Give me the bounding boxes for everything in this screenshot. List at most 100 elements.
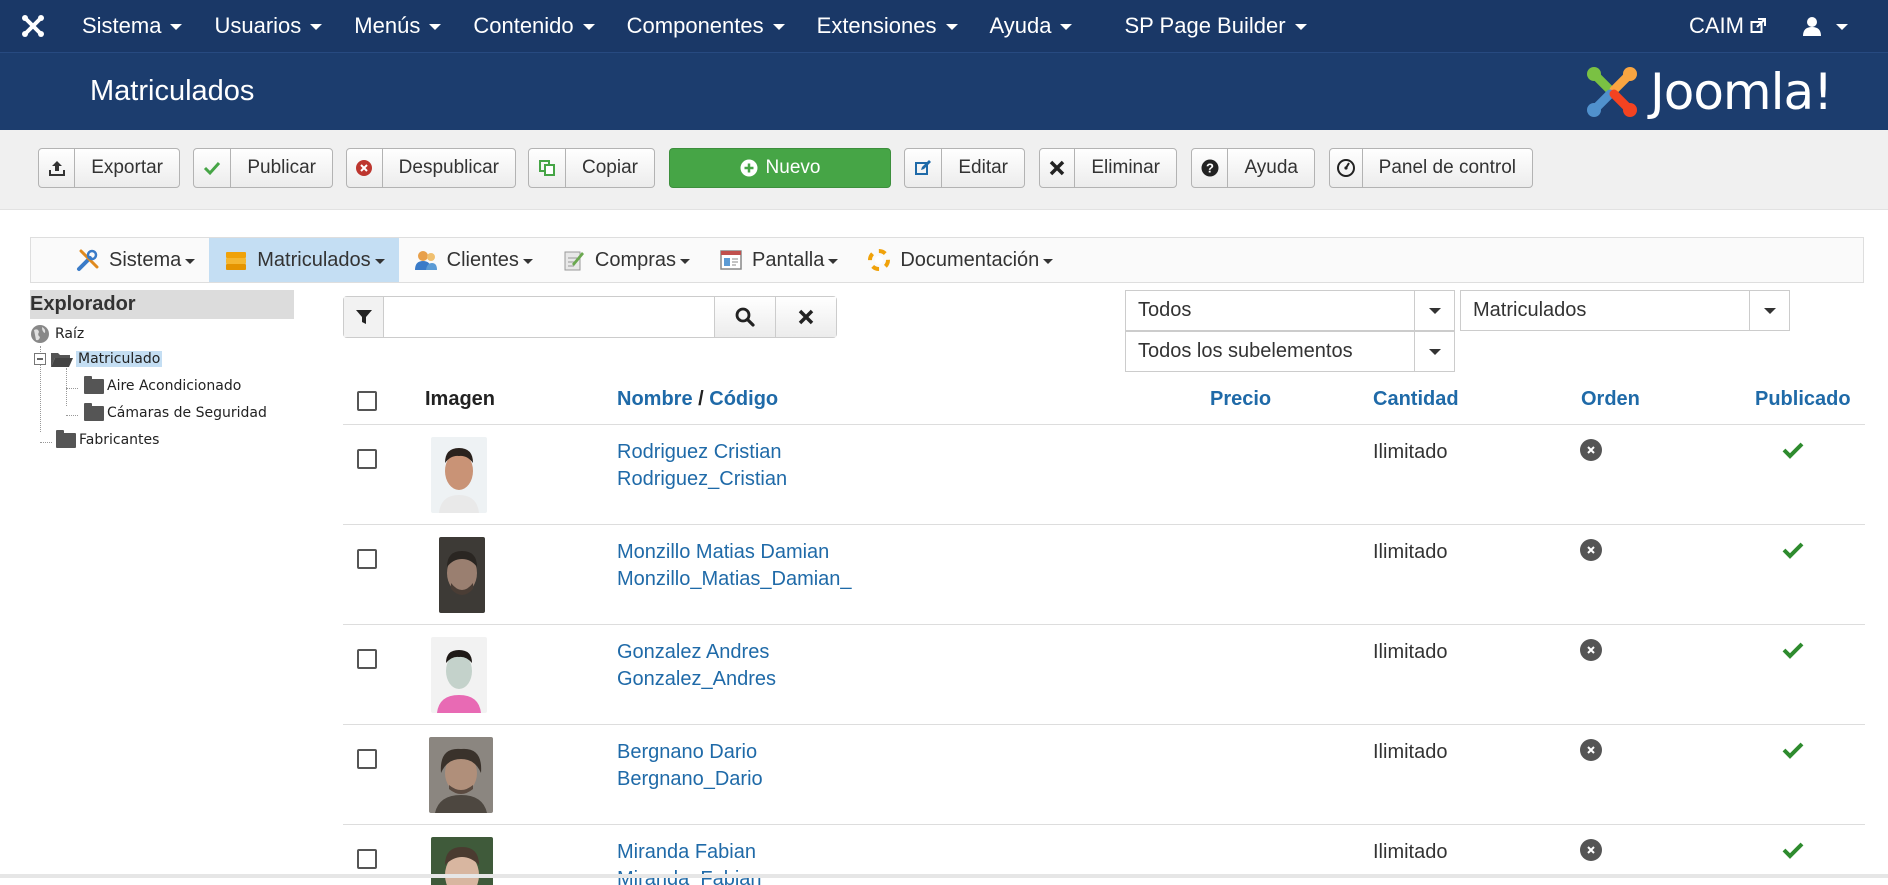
select-value: Matriculados [1473,299,1587,321]
order-remove-icon[interactable] [1580,639,1602,661]
col-published-header[interactable]: Publicado [1755,388,1851,411]
col-qty-header[interactable]: Cantidad [1373,388,1459,411]
export-button[interactable]: Exportar [38,148,180,188]
caret-down-icon [828,258,839,264]
item-code-link[interactable]: Monzillo_Matias_Damian_ [617,568,852,591]
control-panel-button[interactable]: Panel de control [1329,148,1533,188]
tree-node-camaras-de-seguridad[interactable]: Cámaras de Seguridad [84,402,267,421]
nav-componentes[interactable]: Componentes [611,0,801,52]
state-filter-select[interactable]: Todos [1125,290,1455,331]
row-checkbox[interactable] [357,549,377,569]
user-menu[interactable] [1792,16,1888,36]
order-remove-icon[interactable] [1580,539,1602,561]
unpublish-button[interactable]: Despublicar [346,148,516,188]
delete-button[interactable]: Eliminar [1039,148,1177,188]
published-check-icon[interactable] [1782,541,1804,564]
tree-node-aire-acondicionado[interactable]: Aire Acondicionado [84,375,241,394]
item-code-link[interactable]: Rodriguez_Cristian [617,468,787,491]
submenu-documentacion[interactable]: Documentación [852,238,1067,282]
item-code-link[interactable]: Bergnano_Dario [617,768,763,791]
product-thumbnail[interactable] [439,537,485,613]
nav-ayuda[interactable]: Ayuda [974,0,1089,52]
copy-button[interactable]: Copiar [528,148,655,188]
col-order-header[interactable]: Orden [1581,388,1640,411]
tree-node-root[interactable]: Raíz [30,324,84,344]
clear-search-button[interactable] [775,297,836,337]
nav-sistema[interactable]: Sistema [66,0,198,52]
depth-filter-select[interactable]: Todos los subelementos [1125,331,1455,372]
published-check-icon[interactable] [1782,441,1804,464]
table-row: Gonzalez Andres Gonzalez_Andres Ilimitad… [343,625,1865,725]
item-name-link[interactable]: Gonzalez Andres [617,641,769,664]
tree-guide [66,388,78,389]
item-name-link[interactable]: Miranda Fabian [617,841,756,864]
published-check-icon[interactable] [1782,741,1804,764]
sort-by-name[interactable]: Nombre [617,388,693,410]
globe-icon [31,325,49,343]
search-input[interactable] [384,297,714,337]
new-button[interactable]: Nuevo [669,148,891,188]
published-check-icon[interactable] [1782,841,1804,864]
caret-down-icon [1043,258,1054,264]
published-check-icon[interactable] [1782,641,1804,664]
product-thumbnail[interactable] [431,437,487,513]
submenu-clientes[interactable]: Clientes [399,238,547,282]
export-label: Exportar [91,157,163,178]
row-checkbox[interactable] [357,449,377,469]
unpublish-label: Despublicar [398,157,499,178]
tree-guide [66,415,78,416]
delete-label: Eliminar [1091,157,1160,178]
edit-document-icon [561,247,587,273]
order-remove-icon[interactable] [1580,739,1602,761]
quantity-value: Ilimitado [1373,741,1448,763]
help-button[interactable]: ? Ayuda [1191,148,1315,188]
caret-down-icon [1836,24,1848,30]
quantity-value: Ilimitado [1373,641,1448,663]
nav-contenido[interactable]: Contenido [457,0,610,52]
col-price-header[interactable]: Precio [1210,388,1271,411]
collapse-icon[interactable] [34,353,46,365]
row-checkbox[interactable] [357,849,377,869]
tree-guide [66,368,67,406]
nav-menus[interactable]: Menús [338,0,457,52]
select-value: Todos los subelementos [1138,340,1353,362]
item-name-link[interactable]: Monzillo Matias Damian [617,541,829,564]
joomla-menu-icon[interactable] [0,0,66,52]
item-name-link[interactable]: Rodriguez Cristian [617,441,782,464]
tree-guide [40,442,52,443]
table-header: Imagen Nombre / Código Precio Cantidad O… [343,373,1865,425]
nav-usuarios[interactable]: Usuarios [198,0,338,52]
caret-down-icon [1060,24,1073,30]
filter-icon [355,310,372,324]
submenu-compras[interactable]: Compras [547,238,704,282]
nav-extensiones[interactable]: Extensiones [801,0,974,52]
row-checkbox[interactable] [357,749,377,769]
nav-label: Menús [354,13,421,38]
product-thumbnail[interactable] [429,737,493,813]
order-remove-icon[interactable] [1580,439,1602,461]
site-link[interactable]: CAIM [1663,13,1792,39]
item-name-link[interactable]: Bergnano Dario [617,741,757,764]
submenu-sistema[interactable]: Sistema [61,238,209,282]
nav-label: Usuarios [214,13,302,38]
edit-button[interactable]: Editar [904,148,1025,188]
joomla-logo: Joomla! [1584,61,1833,123]
window-bottom-edge [0,874,1888,878]
publish-button[interactable]: Publicar [193,148,333,188]
submenu-matriculados[interactable]: Matriculados [209,238,399,282]
sort-by-code[interactable]: Código [709,388,778,410]
row-checkbox[interactable] [357,649,377,669]
item-code-link[interactable]: Gonzalez_Andres [617,668,776,691]
tree-node-fabricantes[interactable]: Fabricantes [56,429,160,448]
nav-sp-page-builder[interactable]: SP Page Builder [1108,0,1322,52]
filter-options-button[interactable] [344,297,384,337]
product-thumbnail[interactable] [431,637,487,713]
tree-node-matriculado[interactable]: Matriculado [34,350,163,368]
tree-node-label: Fabricantes [79,432,160,448]
category-filter-select[interactable]: Matriculados [1460,290,1790,331]
select-all-checkbox[interactable] [357,391,377,411]
order-remove-icon[interactable] [1580,839,1602,861]
submenu-label: Clientes [446,248,519,271]
search-button[interactable] [714,297,775,337]
submenu-pantalla[interactable]: Pantalla [704,238,852,282]
